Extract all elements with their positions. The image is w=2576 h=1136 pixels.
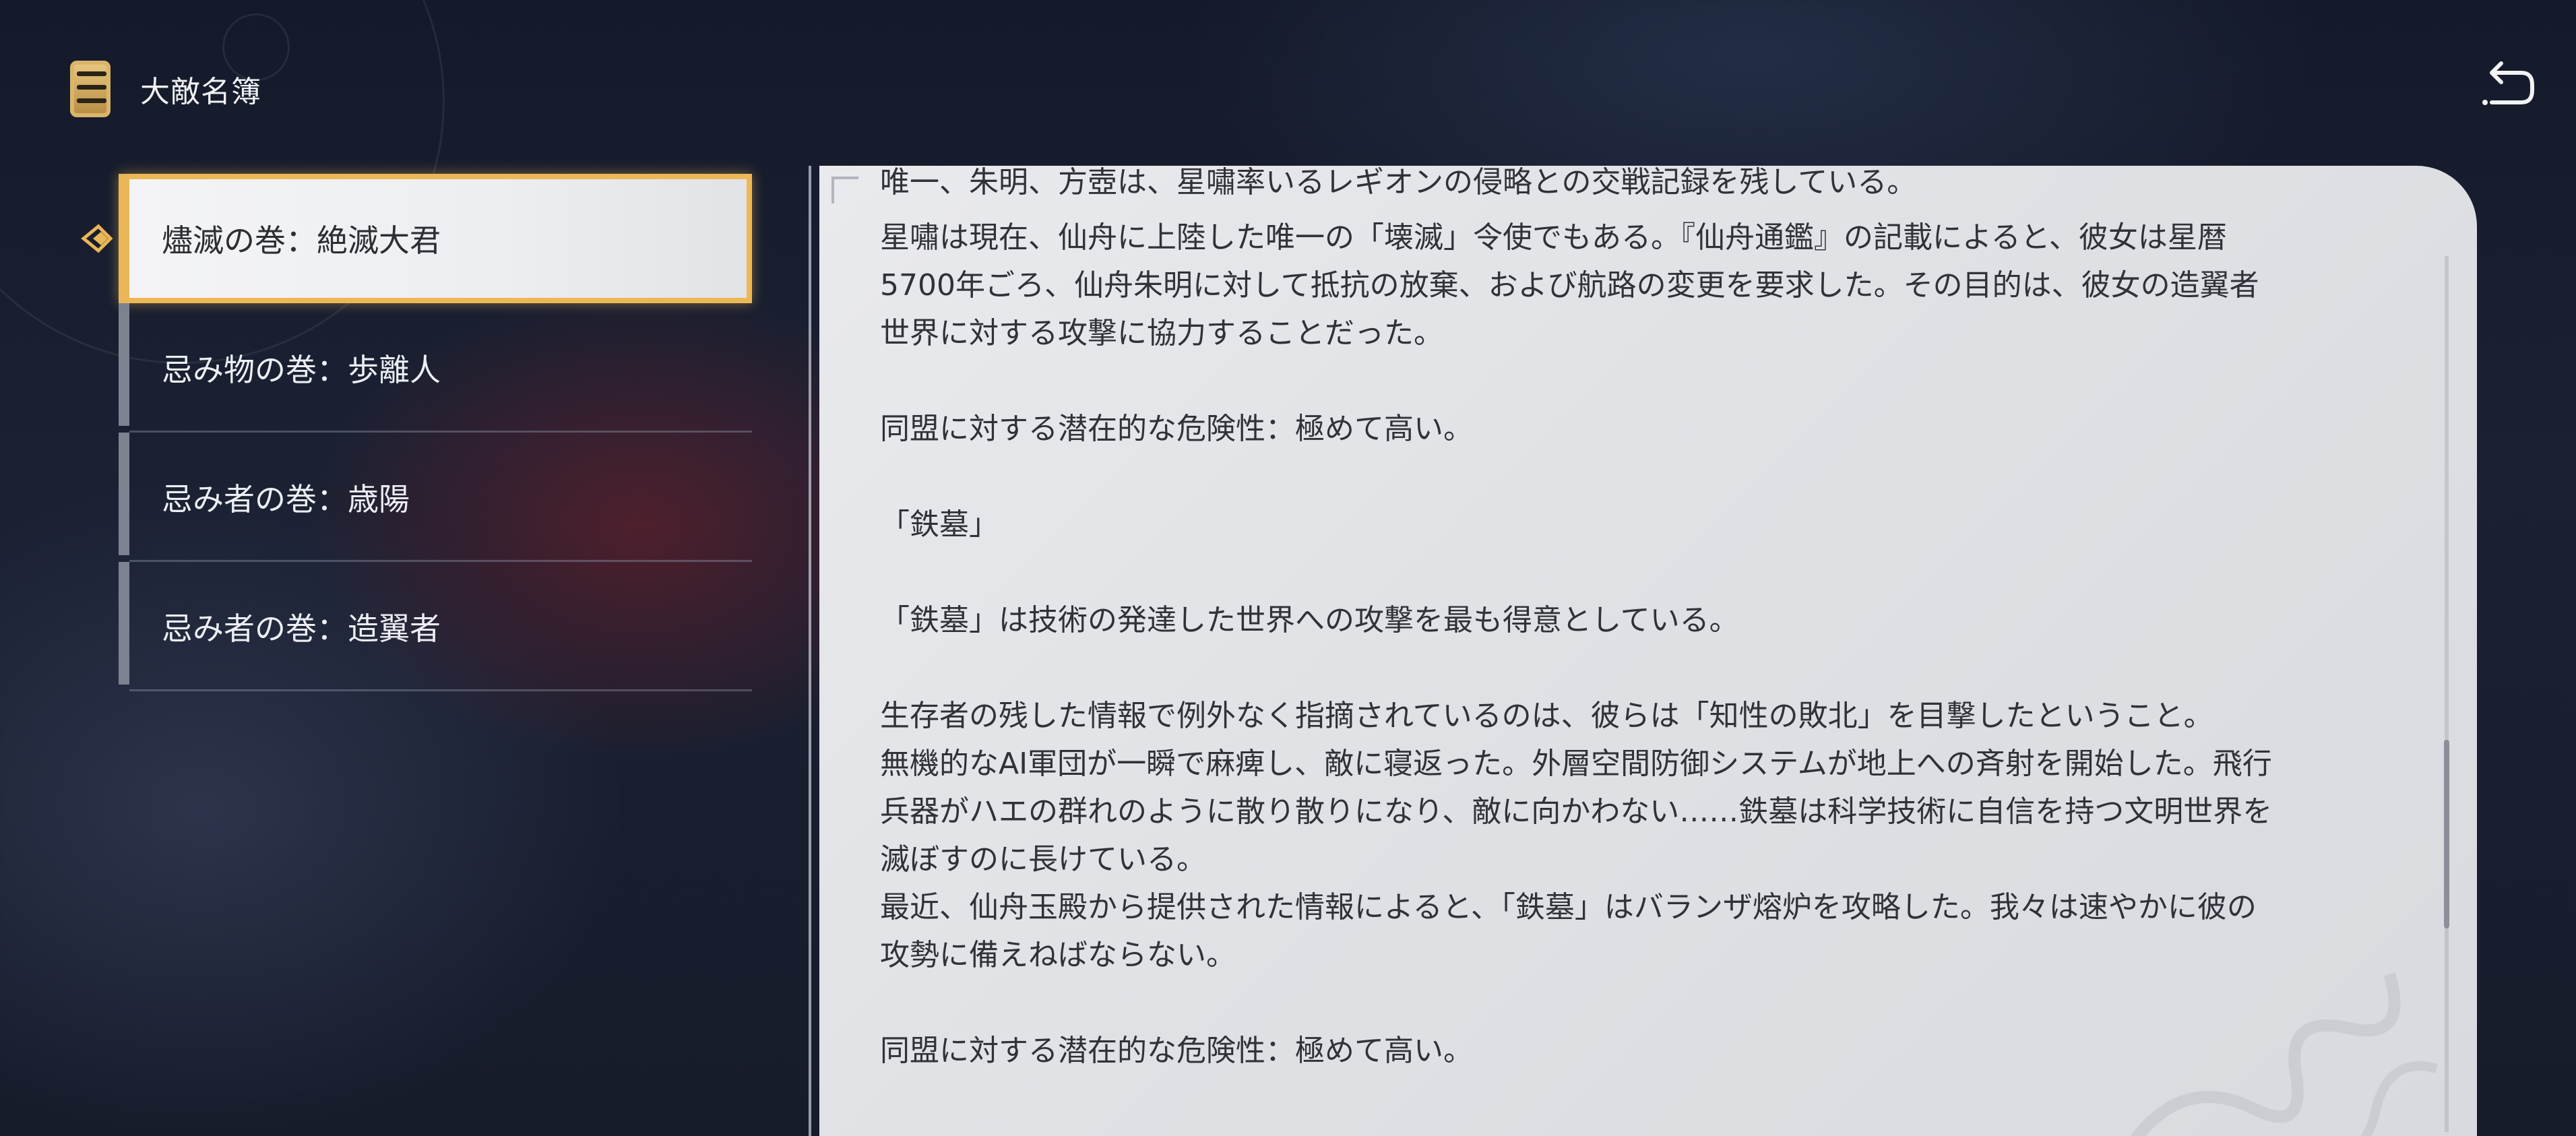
text-line xyxy=(880,453,2416,501)
scrollbar-track[interactable] xyxy=(2445,256,2449,1132)
text-line: 唯一、朱明、方壺は、星嘯率いるレギオンの侵略との交戦記録を残している。 xyxy=(880,166,1917,199)
text-line: 兵器がハエの群れのように散り散りになり、敵に向かわない……鉄墓は科学技術に自信を… xyxy=(880,794,2273,829)
enemy-category-list: 燼滅の巻：絶滅大君 忌み物の巻：歩離人 忌み者の巻：歳陽 忌み者の巻：造翼者 xyxy=(119,174,752,691)
text-line xyxy=(880,979,2416,1027)
text-line: 無機的なAI軍団が一瞬で麻痺し、敵に寝返った。外層空間防御システムが地上への斉射… xyxy=(880,747,2272,781)
item-accent-bar xyxy=(119,562,129,685)
text-line: 世界に対する攻撃に協力することだった。 xyxy=(880,316,1443,350)
back-button[interactable] xyxy=(2480,59,2536,113)
text-line: 5700年ごろ、仙舟朱明に対して抵抗の放棄、および航路の変更を要求した。その目的… xyxy=(880,268,2259,303)
item-accent-bar xyxy=(119,433,129,555)
list-item-label: 忌み者の巻：造翼者 xyxy=(162,610,441,647)
text-line xyxy=(880,357,2416,405)
list-item-borisin[interactable]: 忌み物の巻：歩離人 xyxy=(119,303,752,433)
description-text: 唯一、朱明、方壺は、星嘯率いるレギオンの侵略との交戦記録を残している。 星嘯は現… xyxy=(880,166,2416,1075)
panel-corner-ornament xyxy=(831,177,858,203)
scrollbar-thumb[interactable] xyxy=(2444,740,2449,928)
page-title: 大敵名簿 xyxy=(140,75,261,109)
text-line: 滅ぼすのに長けている。 xyxy=(880,842,1206,877)
return-arrow-icon xyxy=(2482,61,2534,105)
text-line: 攻勢に備えねばならない。 xyxy=(880,938,1236,972)
list-item-label: 忌み物の巻：歩離人 xyxy=(162,352,441,388)
text-line: 生存者の残した情報で例外なく指摘されているのは、彼らは「知性の敗北」を目撃したと… xyxy=(880,699,2213,733)
list-item-extinction-lord[interactable]: 燼滅の巻：絶滅大君 xyxy=(119,174,752,303)
text-line xyxy=(880,644,2416,692)
text-line: 同盟に対する潜在的な危険性：極めて高い。 xyxy=(880,1034,1473,1068)
text-line: 「鉄墓」 xyxy=(880,507,999,542)
list-item-sui-yang[interactable]: 忌み者の巻：歳陽 xyxy=(119,433,752,562)
panel-frame-line xyxy=(809,166,811,1136)
text-line xyxy=(880,548,2416,596)
item-accent-bar xyxy=(119,174,129,303)
divider xyxy=(129,689,752,691)
list-item-label: 忌み者の巻：歳陽 xyxy=(162,481,410,517)
list-item-winged-ones[interactable]: 忌み者の巻：造翼者 xyxy=(119,562,752,691)
text-line: 星嘯は現在、仙舟に上陸した唯一の「壊滅」令使でもある。『仙舟通鑑』の記載によると… xyxy=(880,220,2227,255)
item-accent-bar xyxy=(119,303,129,426)
content-panel[interactable]: 唯一、朱明、方壺は、星嘯率いるレギオンの侵略との交戦記録を残している。 星嘯は現… xyxy=(819,166,2477,1136)
book-icon xyxy=(67,58,115,120)
text-line: 「鉄墓」は技術の発達した世界への攻撃を最も得意としている。 xyxy=(880,603,1739,637)
page-header: 大敵名簿 xyxy=(67,57,261,121)
selection-indicator-icon xyxy=(81,224,113,253)
text-line: 同盟に対する潜在的な危険性：極めて高い。 xyxy=(880,412,1473,446)
text-line: 最近、仙舟玉殿から提供された情報によると、「鉄墓」はバランザ熔炉を攻略した。我々… xyxy=(880,890,2257,924)
list-item-label: 燼滅の巻：絶滅大君 xyxy=(162,222,441,259)
